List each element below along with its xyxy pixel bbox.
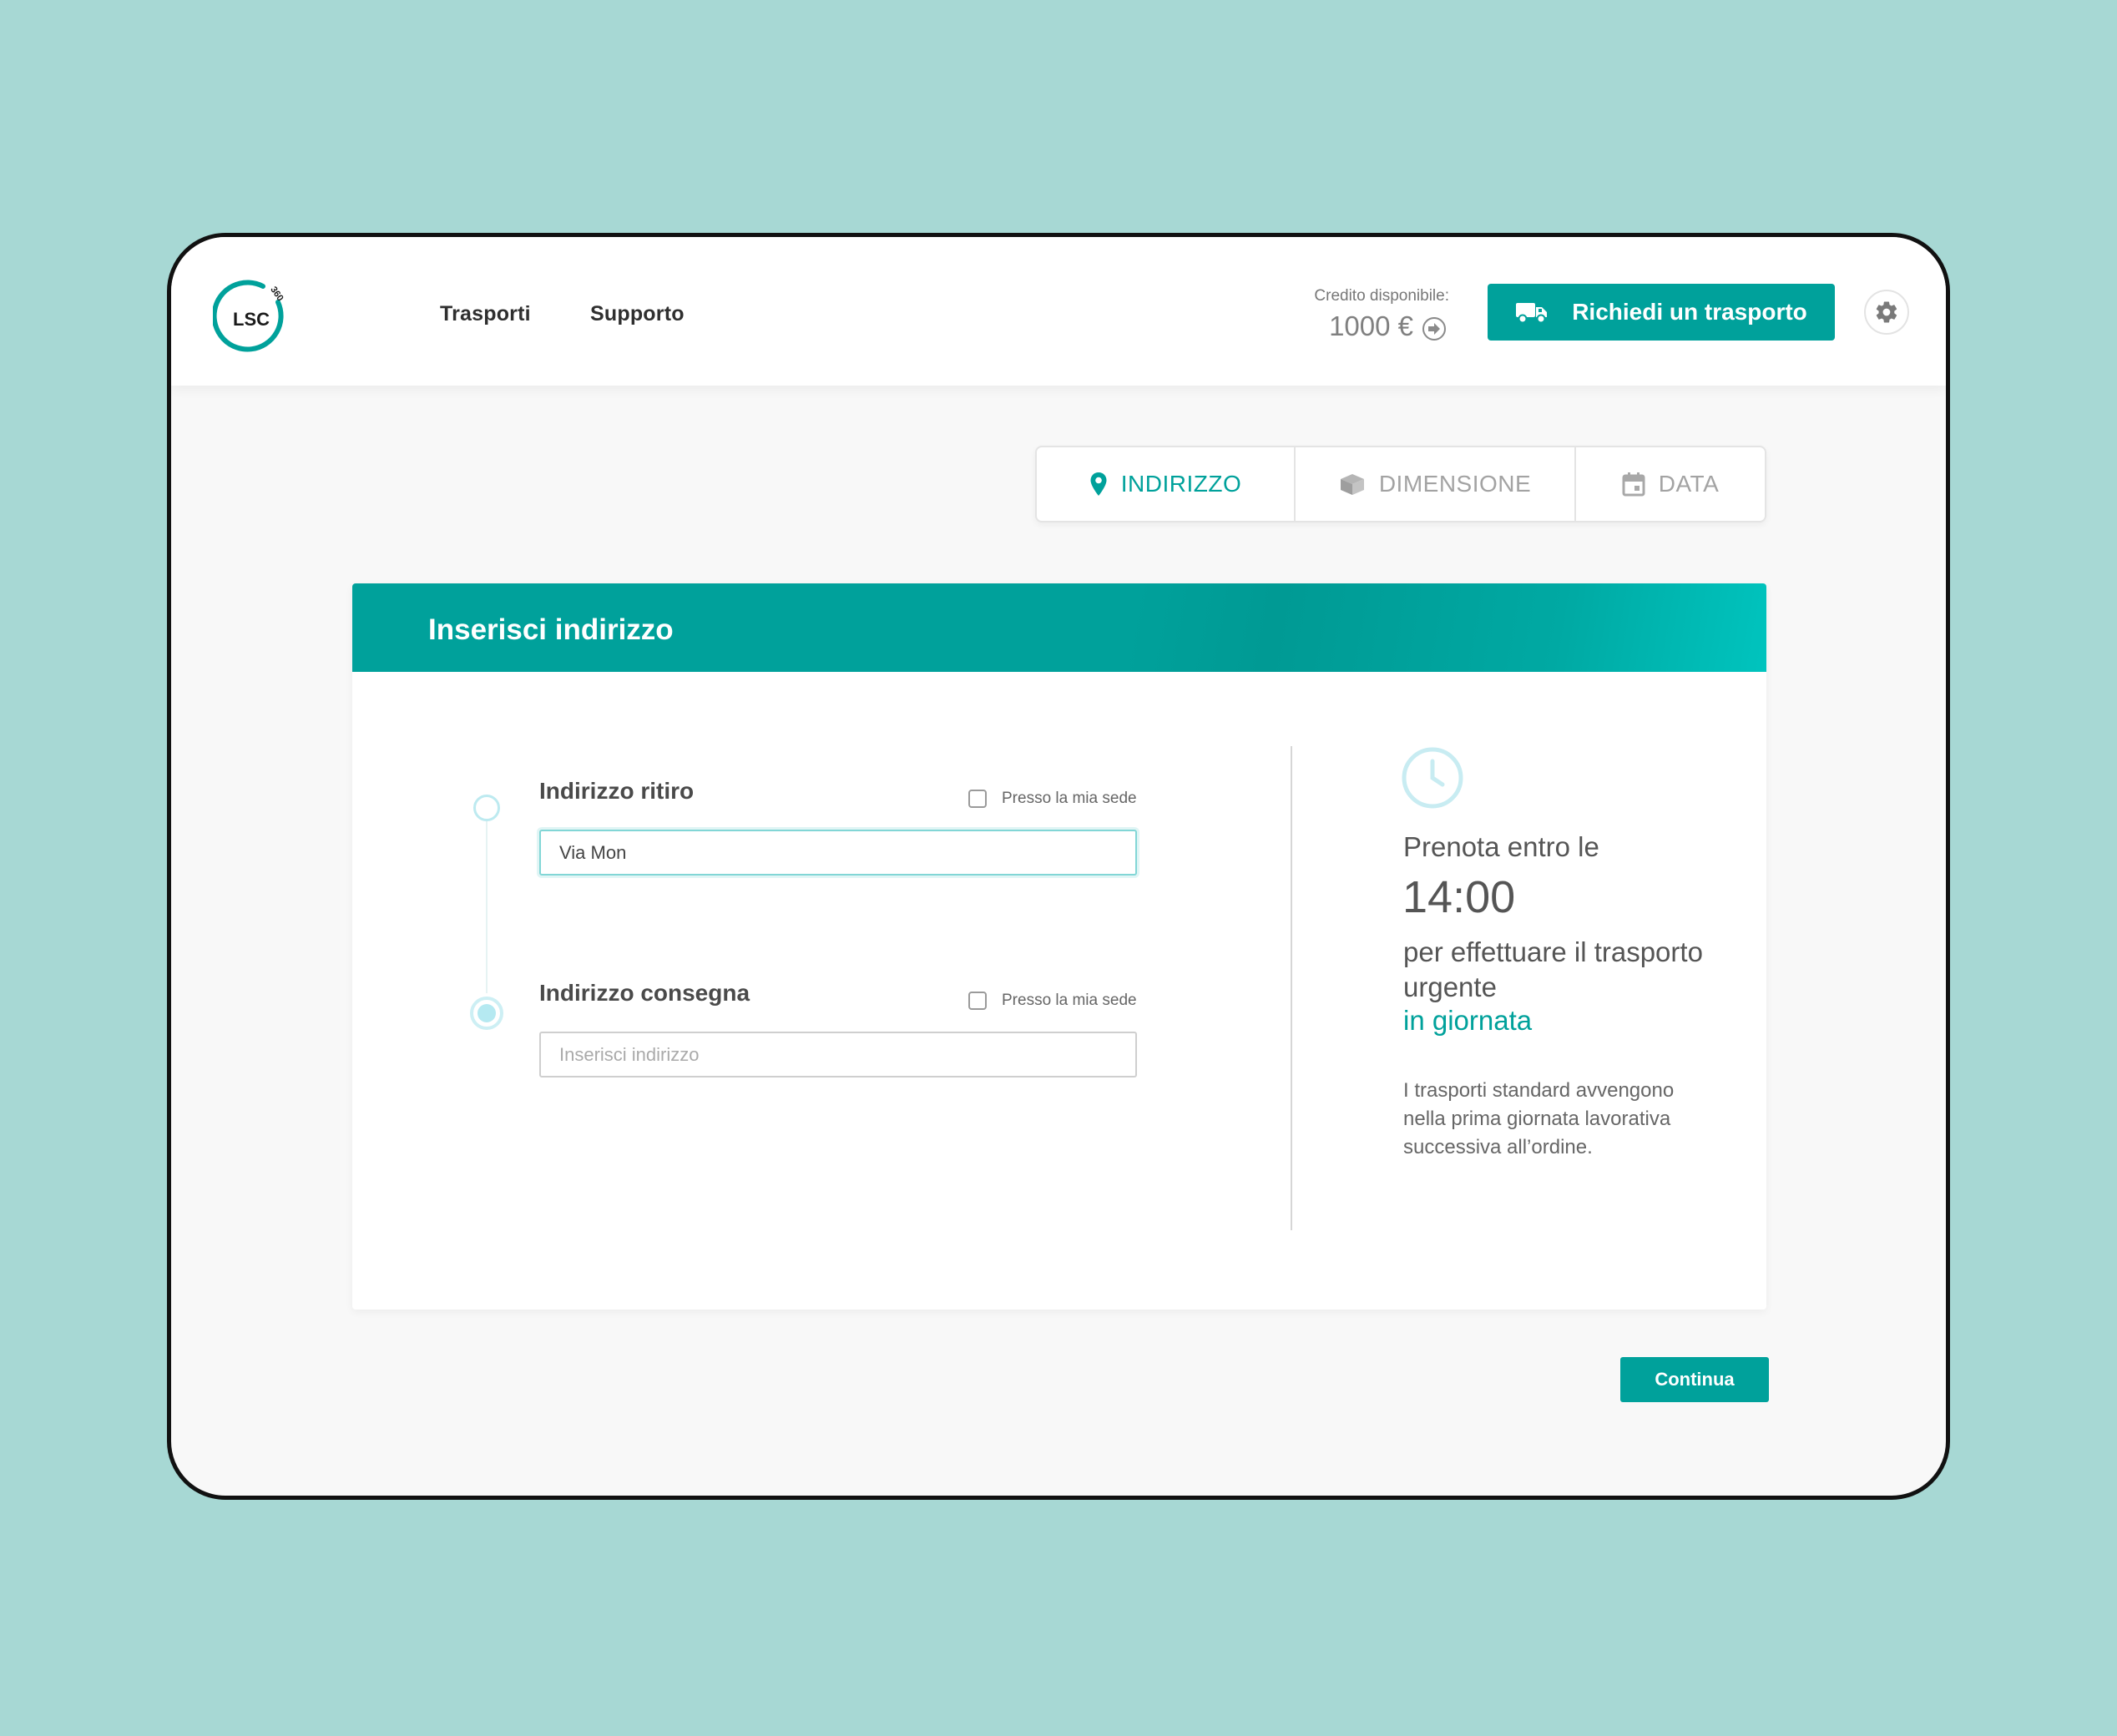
card-header: Inserisci indirizzo bbox=[352, 583, 1766, 672]
delivery-address-input[interactable] bbox=[539, 1032, 1137, 1077]
booking-deadline-text: per effettuare il trasporto urgente bbox=[1403, 936, 1703, 1002]
request-transport-button[interactable]: Richiedi un trasporto bbox=[1488, 284, 1835, 341]
request-transport-label: Richiedi un trasporto bbox=[1572, 299, 1807, 325]
delivery-own-site-checkbox[interactable]: Presso la mia sede bbox=[968, 992, 1137, 1010]
credit-label: Credito disponibile: bbox=[1314, 287, 1449, 305]
logo-text: LSC bbox=[233, 309, 270, 330]
delivery-label: Indirizzo consegna bbox=[539, 980, 750, 1006]
location-pin-icon bbox=[1090, 472, 1107, 496]
box-icon bbox=[1340, 474, 1364, 495]
tab-dimensione-label: DIMENSIONE bbox=[1378, 471, 1532, 497]
tab-indirizzo[interactable]: INDIRIZZO bbox=[1037, 447, 1296, 521]
tab-indirizzo-label: INDIRIZZO bbox=[1120, 471, 1242, 497]
gear-icon bbox=[1876, 301, 1897, 323]
pickup-checkbox-box[interactable] bbox=[968, 790, 987, 808]
continue-button[interactable]: Continua bbox=[1620, 1357, 1769, 1402]
top-header: LSC 360 Trasporti Supporto Credito dispo… bbox=[171, 237, 1946, 386]
tab-data[interactable]: DATA bbox=[1576, 447, 1765, 521]
booking-deadline-intro: Prenota entro le bbox=[1403, 831, 1599, 862]
booking-deadline-time: 14:00 bbox=[1402, 872, 1516, 922]
pickup-checkbox-label: Presso la mia sede bbox=[1002, 790, 1137, 807]
logo-icon: LSC 360 bbox=[211, 280, 285, 352]
step-tabs: INDIRIZZO DIMENSIONE DATA bbox=[1035, 446, 1766, 522]
calendar-icon bbox=[1622, 472, 1645, 497]
app-window: LSC 360 Trasporti Supporto Credito dispo… bbox=[167, 233, 1950, 1500]
logo-badge: 360 bbox=[268, 285, 285, 303]
nav-supporto[interactable]: Supporto bbox=[590, 302, 685, 326]
tab-data-label: DATA bbox=[1658, 471, 1720, 497]
delivery-checkbox-label: Presso la mia sede bbox=[1002, 992, 1137, 1009]
card-title: Inserisci indirizzo bbox=[428, 613, 674, 646]
pickup-address-input[interactable] bbox=[539, 830, 1137, 876]
logo[interactable]: LSC 360 bbox=[211, 279, 290, 356]
pickup-label: Indirizzo ritiro bbox=[539, 778, 695, 804]
credit-arrow-icon[interactable] bbox=[1422, 316, 1447, 341]
truck-icon bbox=[1516, 303, 1548, 324]
standard-transport-note: I trasporti standard avvengono nella pri… bbox=[1403, 1079, 1675, 1158]
delivery-checkbox-box[interactable] bbox=[968, 992, 987, 1010]
timeline-line bbox=[486, 810, 488, 993]
nav-trasporti[interactable]: Trasporti bbox=[440, 302, 531, 326]
pickup-own-site-checkbox[interactable]: Presso la mia sede bbox=[968, 790, 1137, 808]
pickup-step-dot bbox=[473, 795, 500, 821]
clock-icon bbox=[1401, 746, 1464, 814]
settings-button[interactable] bbox=[1864, 290, 1909, 335]
same-day-accent: in giornata bbox=[1403, 1005, 1533, 1036]
column-divider bbox=[1291, 746, 1292, 1230]
credit-value: 1000 € bbox=[1329, 310, 1413, 341]
tab-dimensione[interactable]: DIMENSIONE bbox=[1296, 447, 1576, 521]
delivery-step-dot bbox=[470, 997, 503, 1030]
